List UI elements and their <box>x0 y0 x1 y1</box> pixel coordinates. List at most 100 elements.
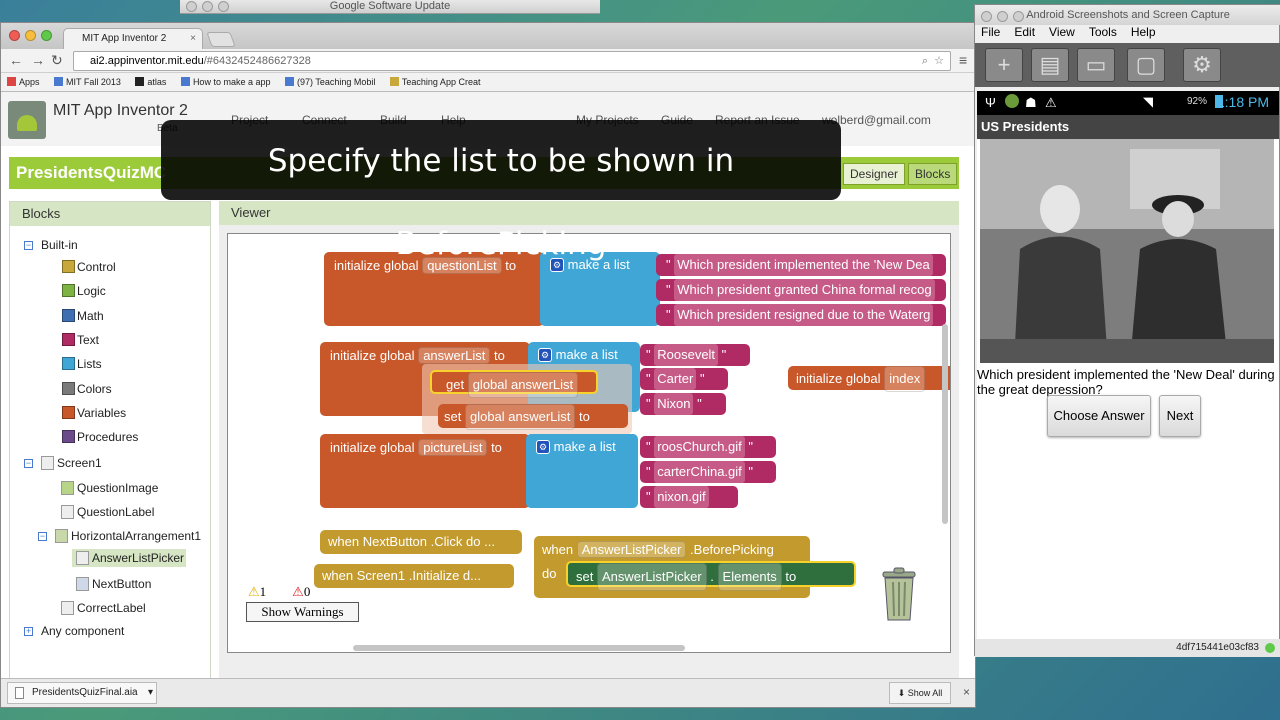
plus-icon[interactable]: + <box>985 48 1023 82</box>
app-title-bar: US Presidents <box>977 115 1279 139</box>
component-dropdown-chip[interactable]: AnswerListPicker <box>576 541 687 558</box>
close-window-button[interactable] <box>9 30 20 41</box>
star-icon[interactable]: ☆ <box>934 52 944 70</box>
label-icon <box>61 601 74 615</box>
tree-builtin[interactable]: − Built-in <box>24 238 78 252</box>
text-block[interactable]: " Roosevelt " <box>640 344 750 366</box>
tree-question-label[interactable]: QuestionLabel <box>61 505 154 519</box>
clapper-icon[interactable]: ▤ <box>1031 48 1069 82</box>
bookmark-apps[interactable]: Apps <box>7 73 40 92</box>
phone-status-bar: Ψ ☗ ⚠ ◥ 92% 1:18 PM <box>977 91 1279 115</box>
mutator-gear-icon[interactable]: ⚙ <box>536 440 550 454</box>
blocks-workspace[interactable]: initialize global questionList to ⚙ make… <box>227 233 951 653</box>
bookmark-mit-fall[interactable]: MIT Fall 2013 <box>54 73 121 92</box>
tree-builtin-logic[interactable]: Logic <box>62 284 106 298</box>
show-all-downloads-button[interactable]: ⬇ Show All <box>889 682 951 704</box>
tree-question-image[interactable]: QuestionImage <box>61 481 158 495</box>
folder-icon[interactable]: ▭ <box>1077 48 1115 82</box>
bookmark-atlas[interactable]: atlas <box>135 73 166 92</box>
screen-init-block[interactable]: when Screen1 .Initialize d... <box>314 564 514 588</box>
menu-edit[interactable]: Edit <box>1014 25 1035 39</box>
reload-icon[interactable]: ↻ <box>51 52 63 69</box>
screen-icon[interactable]: ▢ <box>1127 48 1165 82</box>
address-bar[interactable]: ai2.appinventor.mit.edu/#643245248662732… <box>73 51 951 71</box>
menu-view[interactable]: View <box>1049 25 1075 39</box>
designer-button[interactable]: Designer <box>843 163 906 185</box>
android-window-titlebar: Android Screenshots and Screen Capture <box>975 5 1280 25</box>
expand-icon[interactable]: + <box>24 627 33 636</box>
chevron-down-icon[interactable]: ▾ <box>148 683 153 703</box>
vertical-scrollbar[interactable] <box>942 324 948 524</box>
init-picture-list-block[interactable]: initialize global pictureList to <box>320 434 530 508</box>
drawer-color-icon <box>62 405 75 419</box>
make-list-block[interactable]: ⚙ make a list <box>526 434 638 508</box>
collapse-icon[interactable]: − <box>38 532 47 541</box>
download-item[interactable]: PresidentsQuizFinal.aia ▾ <box>7 682 157 704</box>
component-dropdown-chip[interactable]: AnswerListPicker <box>596 563 707 591</box>
tree-builtin-variables[interactable]: Variables <box>62 405 126 420</box>
tree-screen1[interactable]: − Screen1 <box>24 456 102 470</box>
bookmark-icon <box>135 77 145 86</box>
next-button[interactable]: Next <box>1159 395 1201 437</box>
var-dropdown-chip[interactable]: global answerList <box>467 372 579 398</box>
device-id: 4df715441e03cf83 <box>975 639 1280 657</box>
text-block[interactable]: " Which president implemented the 'New D… <box>656 254 946 276</box>
var-name-chip[interactable]: index <box>884 366 926 392</box>
close-tab-icon[interactable]: × <box>190 29 196 49</box>
search-icon[interactable]: ⌕ <box>922 52 928 70</box>
choose-answer-button[interactable]: Choose Answer <box>1047 395 1151 437</box>
bookmark-how-to[interactable]: How to make a app <box>180 73 270 92</box>
download-icon: ⬇ <box>897 688 906 698</box>
text-block[interactable]: " carterChina.gif " <box>640 461 776 483</box>
gear-icon[interactable]: ⚙ <box>1183 48 1221 82</box>
bookmark-teaching-app[interactable]: Teaching App Creat <box>389 73 480 92</box>
var-dropdown-chip[interactable]: global answerList <box>464 404 576 430</box>
show-warnings-button[interactable]: Show Warnings <box>246 602 359 622</box>
tree-builtin-lists[interactable]: Lists <box>62 357 102 371</box>
blocks-button[interactable]: Blocks <box>908 163 958 185</box>
tree-builtin-control[interactable]: Control <box>62 260 116 274</box>
trash-can-icon[interactable] <box>880 566 918 622</box>
text-block[interactable]: " Which president resigned due to the Wa… <box>656 304 946 326</box>
text-block[interactable]: " roosChurch.gif " <box>640 436 776 458</box>
text-block[interactable]: " Carter " <box>640 368 728 390</box>
forward-arrow-icon[interactable]: → <box>31 52 45 68</box>
minimize-window-button[interactable] <box>25 30 36 41</box>
tree-builtin-procedures[interactable]: Procedures <box>62 430 138 444</box>
set-elements-block[interactable]: set AnswerListPicker . Elements to <box>566 561 856 591</box>
new-tab-button[interactable] <box>206 32 236 47</box>
mutator-gear-icon[interactable]: ⚙ <box>538 348 552 362</box>
get-global-block[interactable]: get global answerList <box>430 370 598 398</box>
tree-any-component[interactable]: + Any component <box>24 624 124 638</box>
url-host: ai2.appinventor.mit.edu <box>90 55 204 67</box>
next-button-click-block[interactable]: when NextButton .Click do ... <box>320 530 522 554</box>
bookmark-teaching-mobile[interactable]: (97) Teaching Mobil <box>285 73 375 92</box>
tree-builtin-math[interactable]: Math <box>62 308 104 323</box>
text-block[interactable]: " Nixon " <box>640 393 726 415</box>
menu-tools[interactable]: Tools <box>1089 25 1117 39</box>
drawer-color-icon <box>62 381 75 395</box>
back-arrow-icon[interactable]: ← <box>9 52 23 68</box>
menu-icon[interactable]: ≡ <box>959 52 967 68</box>
set-global-block[interactable]: set global answerList to <box>438 404 628 430</box>
zoom-window-button[interactable] <box>41 30 52 41</box>
menu-help[interactable]: Help <box>1131 25 1156 39</box>
text-block[interactable]: " Which president granted China formal r… <box>656 279 946 301</box>
tree-builtin-colors[interactable]: Colors <box>62 381 112 396</box>
browser-tab[interactable]: MIT App Inventor 2 × <box>63 28 203 49</box>
var-name-chip[interactable]: answerList <box>418 347 491 364</box>
menu-file[interactable]: File <box>981 25 1000 39</box>
tree-builtin-text[interactable]: Text <box>62 332 99 347</box>
text-block[interactable]: " nixon.gif <box>640 486 738 508</box>
init-index-block[interactable]: initialize global index <box>788 366 950 392</box>
horizontal-scrollbar[interactable] <box>353 645 685 651</box>
tree-answer-list-picker[interactable]: AnswerListPicker <box>72 549 187 567</box>
property-dropdown-chip[interactable]: Elements <box>717 563 782 591</box>
tree-correct-label[interactable]: CorrectLabel <box>61 601 146 615</box>
close-download-bar-icon[interactable]: × <box>963 685 970 699</box>
tree-next-button[interactable]: NextButton <box>76 577 151 591</box>
collapse-icon[interactable]: − <box>24 459 33 468</box>
collapse-icon[interactable]: − <box>24 241 33 250</box>
var-name-chip[interactable]: pictureList <box>418 439 488 456</box>
tree-horizontal-arrangement[interactable]: − HorizontalArrangement1 <box>38 529 201 543</box>
